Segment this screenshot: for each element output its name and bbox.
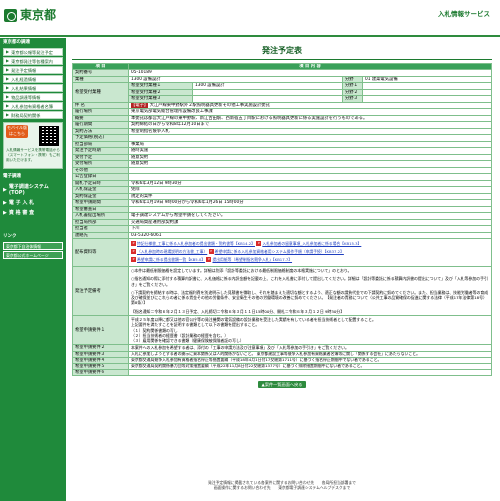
page-title: 発注予定表 bbox=[262, 46, 302, 55]
arrow-icon: ▶ bbox=[6, 48, 10, 54]
arrow-icon: ▶ bbox=[6, 111, 10, 117]
row-label: 希望受付業種 bbox=[72, 82, 129, 103]
external-link[interactable]: 東京都公式ホームページ bbox=[3, 251, 63, 260]
qr-code-icon bbox=[39, 126, 59, 147]
sidebar-item[interactable]: ▶ 東京都公報等発注予定 bbox=[3, 48, 63, 57]
system-name: 入札情報サービス bbox=[438, 10, 490, 18]
row-value: P 特記仕様書_工事に係る入札参加者の提出書類・誓約書等【KB14.2】 P 入札参… bbox=[128, 238, 492, 268]
sidebar-item[interactable]: ▶ 東京都発注等各種案内 bbox=[3, 57, 63, 66]
sidebar-item-label: 入札結果情報 bbox=[11, 85, 37, 91]
arrow-icon: ▶ bbox=[3, 209, 7, 216]
sidebar-item-label: 物品調達等情報 bbox=[11, 94, 41, 100]
arrow-icon: ▶ bbox=[6, 57, 10, 63]
sidebar-link-label: 資 格 審 査 bbox=[8, 209, 35, 216]
document-link[interactable]: 特記仕様書_工事に係る入札参加者の提出書類・誓約書等【KB14.2】 bbox=[137, 241, 255, 246]
sidebar-link-label: 電子調達システム(TOP) bbox=[8, 183, 49, 196]
sidebar-item[interactable]: ▶ 入札結果情報 bbox=[3, 84, 63, 93]
sidebar-item[interactable]: ▶ 発注予定情報 bbox=[3, 66, 63, 75]
back-to-list-button[interactable]: ▲案件一覧画面へ戻る bbox=[258, 381, 306, 389]
header: 東京都 入札情報サービス bbox=[0, 0, 500, 37]
arrow-icon: ▶ bbox=[3, 186, 7, 193]
order-schedule-table: 項 目項 目 内 容 契約番号 05-10189 業種 1300 設備設計 分野 01 … bbox=[72, 62, 492, 377]
remark-line: 【指名通知＝令和６年２月１３日予定、入札締切＝令和６年３月１１日15時00分、開… bbox=[131, 308, 345, 314]
footer: 発注予定情報に掲載されている各案件に関するお問い合わせ先 各局所担当部署まで 画… bbox=[72, 480, 492, 491]
page: 東京都 入札情報サービス 東京都の調達 ▶ 東京都公報等発注予定 ▶ 東京都発注等各… bbox=[0, 0, 500, 501]
row-value: 平成２５年度以降に都又は他の官公庁等の発注機関の電気設備の設計業務を受注した実績… bbox=[128, 315, 492, 346]
sidebar-heading-links: リンク bbox=[3, 233, 17, 239]
main-content: 発注予定表 項 目項 目 内 容 契約番号 05-10189 業種 1300 設備設… bbox=[72, 38, 492, 389]
sidebar-item-label: 東京都公報等発注予定 bbox=[11, 49, 53, 55]
document-link[interactable]: （入札参加時の現場説明の方法書_工事） bbox=[137, 249, 207, 254]
sidebar-item[interactable]: ▶ 入札経過情報 bbox=[3, 75, 63, 84]
sidebar-link-ebid[interactable]: ▶ 電 子 入 札 bbox=[0, 198, 66, 208]
sidebar-item[interactable]: ▶ 財務局契約関係 bbox=[3, 111, 63, 120]
sidebar-heading-procurement: 電子調達 bbox=[3, 174, 21, 180]
tokyo-logo[interactable]: 東京都 bbox=[4, 8, 56, 22]
pdf-icon: P bbox=[131, 256, 136, 262]
sidebar-link-qualification[interactable]: ▶ 資 格 審 査 bbox=[0, 208, 66, 218]
mobile-promo[interactable]: モバイル版はこちら 入札情報サービスを携帯電話から（スマートフォン・携帯）もご利… bbox=[3, 122, 63, 170]
sidebar-item-label: 発注予定情報 bbox=[11, 67, 37, 73]
sidebar-heading: 東京都の調達 bbox=[3, 40, 30, 45]
sidebar-item-label: 東京都発注等各種案内 bbox=[11, 58, 53, 64]
sidebar: 東京都の調達 ▶ 東京都公報等発注予定 ▶ 東京都発注等各種案内 ▶ 発注予定情報 ▶… bbox=[0, 38, 66, 501]
mobile-text: 入札情報サービスを携帯電話から（スマートフォン・携帯）もご利用いただけます。 bbox=[6, 148, 60, 162]
logo-text: 東京都 bbox=[20, 8, 57, 22]
arrow-icon: ▶ bbox=[6, 84, 10, 90]
remark-line: ○本件は最低制限価格を設定しています。詳細は別添「設計等委託における最低制限価格… bbox=[131, 268, 352, 274]
sidebar-item-label: 入札参加有資格者名簿 bbox=[11, 103, 53, 109]
external-link[interactable]: 東京都下自治体情報 bbox=[3, 242, 63, 251]
pdf-icon: P bbox=[208, 248, 214, 254]
sidebar-item-label: 入札経過情報 bbox=[11, 76, 37, 82]
sidebar-item[interactable]: ▶ 入札参加有資格者名簿 bbox=[3, 102, 63, 111]
document-link[interactable]: 入札参加者の留意事項_入札参加者に係る場合【KB15.3】 bbox=[262, 241, 361, 246]
subject-text: 大江戸線東中野駅外２駅照明器具更新その他工事実施設計委託 bbox=[149, 102, 270, 108]
row-label: 希望申請要件１ bbox=[72, 315, 129, 346]
pdf-icon: P bbox=[131, 240, 136, 246]
pdf-icon: P bbox=[256, 240, 262, 246]
arrow-icon: ▶ bbox=[6, 75, 10, 81]
pdf-icon: P bbox=[206, 256, 212, 262]
arrow-icon: ▶ bbox=[6, 93, 10, 99]
row-label: 希望申請要件６ bbox=[72, 369, 129, 377]
document-link[interactable]: 希望申請に係る提出書類一覧【KB5.0】 bbox=[137, 257, 205, 262]
row-label: 発注予定備考 bbox=[72, 266, 129, 317]
remark-line: ○下請契約を締結する時は、法定福利費を別途明示した見積書を徴取し、それを踏まえた… bbox=[131, 289, 489, 306]
document-link[interactable]: 希望申請に係る入札参加資格者用システム操作手順（申請手続）【KB37.2】 bbox=[215, 249, 344, 254]
title-divider bbox=[72, 59, 492, 60]
remark-line: ○指名通知の際に添付する積算内訳書に、入札価格に係る内訳金額を記載の上、これを入… bbox=[131, 276, 488, 287]
document-link[interactable]: 提出用紙等（希望制指名競争入札)【KB17.7】 bbox=[212, 257, 292, 262]
row-label: 配布資料等 bbox=[72, 238, 129, 268]
sidebar-item[interactable]: ▶ 物品調達等情報 bbox=[3, 93, 63, 102]
sidebar-item-label: 財務局契約関係 bbox=[11, 112, 41, 118]
sidebar-link-label: 電 子 入 札 bbox=[8, 199, 35, 206]
pdf-icon: P bbox=[131, 248, 136, 254]
tokyo-emblem-icon bbox=[4, 8, 17, 22]
footer-line: 画面操作に関するお問い合わせ先 東京都電子調達システムヘルプデスクまで bbox=[213, 485, 351, 491]
row-value bbox=[128, 369, 492, 377]
arrow-icon: ▶ bbox=[6, 66, 10, 72]
sidebar-link-top[interactable]: ▶ 電子調達システム(TOP) bbox=[0, 182, 66, 198]
electronic-tag: 【電子】 bbox=[131, 102, 149, 108]
arrow-icon: ▶ bbox=[6, 102, 10, 108]
requirement-line: （３）雇用関係を確認できる書類（健康保険被保険者証の写し） bbox=[131, 338, 244, 344]
arrow-icon: ▶ bbox=[3, 199, 7, 206]
mobile-badge: モバイル版はこちら bbox=[6, 125, 28, 139]
row-value: ○本件は最低制限価格を設定しています。詳細は別添「設計等委託における最低制限価格… bbox=[128, 266, 492, 317]
